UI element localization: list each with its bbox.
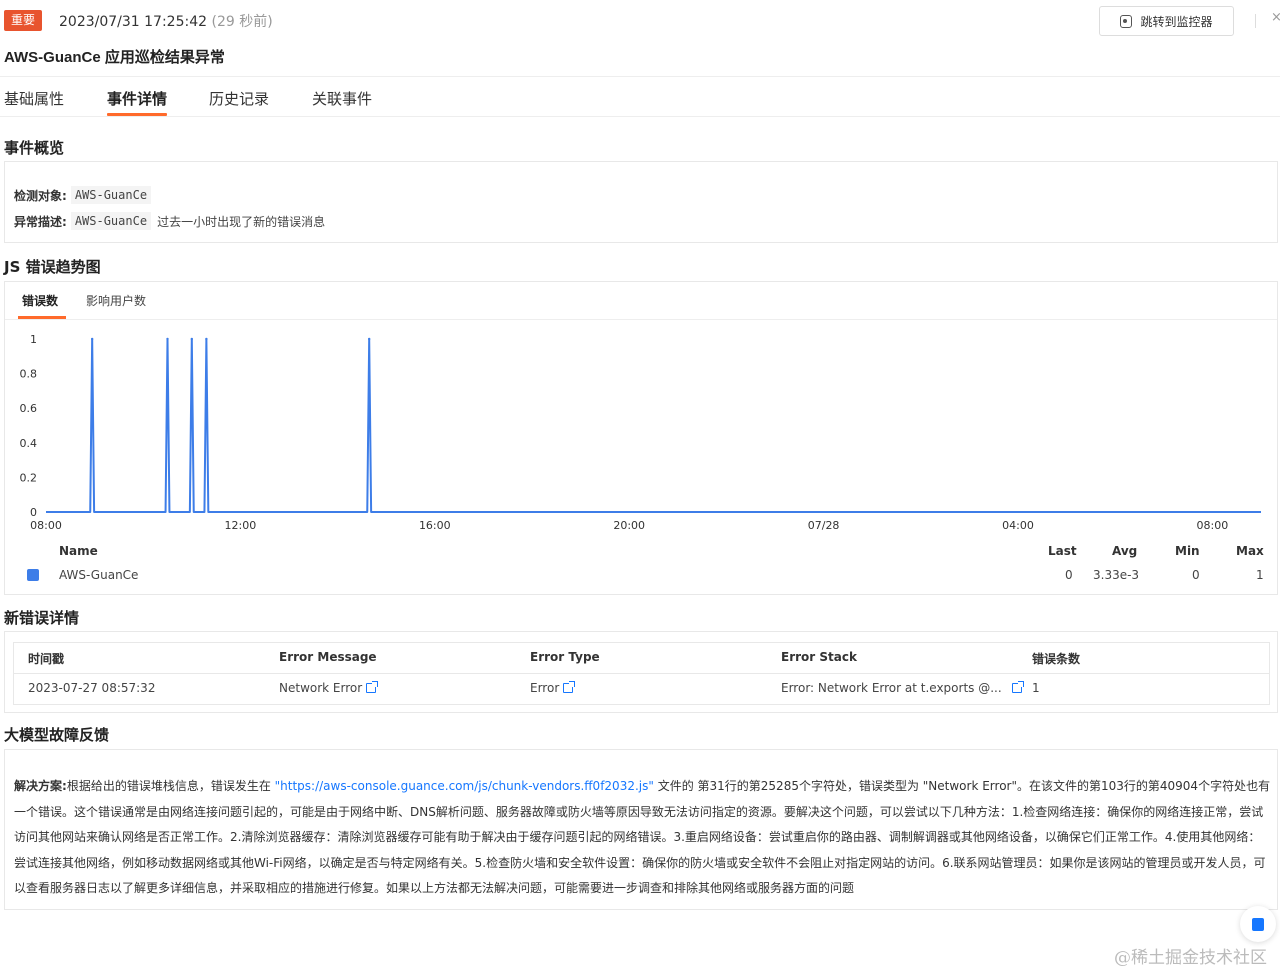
y-tick-label: 0.8 bbox=[20, 368, 38, 381]
floating-assistant-button[interactable] bbox=[1240, 906, 1276, 942]
header-divider bbox=[1255, 14, 1256, 28]
chart-tab-affected-users[interactable]: 影响用户数 bbox=[86, 292, 146, 309]
error-trend-chart: 0 0.2 0.4 0.6 0.8 1 08:00 12:00 16:00 20:00 07/28 0… bbox=[20, 333, 1261, 532]
spike-point bbox=[90, 337, 94, 341]
trend-heading: JS 错误趋势图 bbox=[4, 258, 101, 276]
legend-series-last: 0 bbox=[1065, 568, 1073, 582]
detect-target-value: AWS-GuanCe bbox=[70, 186, 152, 204]
detect-target-row: 检测对象: AWS-GuanCe bbox=[14, 186, 152, 204]
cell-timestamp: 2023-07-27 08:57:32 bbox=[28, 681, 156, 695]
source-file-link[interactable]: "https://aws-console.guance.com/js/chunk… bbox=[275, 779, 654, 793]
y-tick-label: 1 bbox=[30, 333, 37, 346]
trend-card: 错误数 影响用户数 0 0.2 0.4 0.6 0.8 1 08:00 12:00 16:00 2… bbox=[4, 281, 1278, 595]
page-title: AWS-GuanCe 应用巡检结果异常 bbox=[4, 49, 225, 66]
errors-card: 时间戳 Error Message Error Type Error Stack… bbox=[4, 631, 1278, 713]
tab-history[interactable]: 历史记录 bbox=[209, 88, 269, 109]
note-icon bbox=[1252, 917, 1264, 931]
legend-series-swatch[interactable] bbox=[27, 569, 39, 581]
detect-target-label: 检测对象: bbox=[14, 188, 67, 203]
legend-series-avg: 3.33e-3 bbox=[1093, 568, 1140, 582]
detail-tabs: 基础属性 事件详情 历史记录 关联事件 bbox=[0, 76, 1280, 117]
llm-card: 解决方案:根据给出的错误堆栈信息，错误发生在 "https://aws-cons… bbox=[4, 749, 1278, 910]
legend-series-max: 1 bbox=[1256, 568, 1264, 582]
col-header-error-count: 错误条数 bbox=[1032, 652, 1081, 666]
monitor-icon bbox=[1120, 14, 1133, 28]
llm-solution-text: 解决方案:根据给出的错误堆栈信息，错误发生在 "https://aws-cons… bbox=[14, 779, 1271, 896]
y-tick-label: 0.6 bbox=[20, 402, 38, 415]
watermark: @稀土掘金技术社区 bbox=[1114, 948, 1267, 968]
x-tick-label: 16:00 bbox=[419, 519, 451, 532]
legend-max-header: Max bbox=[1236, 544, 1264, 558]
errors-heading: 新错误详情 bbox=[4, 609, 80, 627]
legend-last-header: Last bbox=[1048, 544, 1077, 558]
anomaly-desc-row: 异常描述: AWS-GuanCe 过去一小时出现了新的错误消息 bbox=[14, 212, 325, 230]
y-tick-label: 0.2 bbox=[20, 471, 38, 484]
overview-card: 检测对象: AWS-GuanCe 异常描述: AWS-GuanCe 过去一小时出… bbox=[4, 161, 1278, 243]
chart-tab-error-count[interactable]: 错误数 bbox=[22, 292, 58, 309]
col-header-timestamp: 时间戳 bbox=[28, 652, 65, 666]
legend-name-header: Name bbox=[59, 544, 98, 558]
event-timestamp: 2023/07/31 17:25:42 (29 秒前) bbox=[59, 14, 273, 30]
severity-badge: 重要 bbox=[4, 10, 43, 31]
series-line bbox=[46, 338, 1261, 513]
x-tick-label: 04:00 bbox=[1002, 519, 1034, 532]
col-header-error-stack: Error Stack bbox=[781, 650, 857, 664]
overview-heading: 事件概览 bbox=[4, 139, 65, 157]
anomaly-desc-label: 异常描述: bbox=[14, 214, 67, 229]
legend-min-header: Min bbox=[1175, 544, 1200, 558]
spike-point bbox=[367, 337, 371, 341]
anomaly-desc-text: 过去一小时出现了新的错误消息 bbox=[157, 214, 326, 229]
x-tick-label: 07/28 bbox=[808, 519, 840, 532]
cell-error-count: 1 bbox=[1032, 681, 1040, 695]
x-tick-label: 08:00 bbox=[30, 519, 62, 532]
cell-error-stack[interactable]: Error: Network Error at t.exports @... bbox=[781, 681, 1024, 695]
x-tick-label: 08:00 bbox=[1197, 519, 1229, 532]
anomaly-desc-code: AWS-GuanCe bbox=[70, 212, 152, 230]
external-link-icon[interactable] bbox=[1011, 681, 1024, 693]
spike-point bbox=[166, 337, 169, 341]
tab-event-details[interactable]: 事件详情 bbox=[107, 88, 167, 109]
tab-related-events[interactable]: 关联事件 bbox=[312, 88, 372, 109]
close-icon[interactable]: × bbox=[1271, 10, 1280, 25]
legend-series-name[interactable]: AWS-GuanCe bbox=[59, 568, 138, 582]
legend-series-min: 0 bbox=[1192, 568, 1200, 582]
y-tick-label: 0 bbox=[30, 506, 37, 519]
errors-table-divider bbox=[14, 673, 1269, 674]
external-link-icon[interactable] bbox=[563, 681, 576, 693]
cell-error-type[interactable]: Error bbox=[530, 681, 576, 695]
spike-point bbox=[205, 337, 208, 341]
chart-tab-divider bbox=[5, 319, 1277, 320]
active-tab-indicator bbox=[107, 113, 167, 116]
llm-heading: 大模型故障反馈 bbox=[4, 726, 110, 744]
legend-avg-header: Avg bbox=[1112, 544, 1138, 558]
cell-error-message[interactable]: Network Error bbox=[279, 681, 379, 695]
event-header: 重要 2023/07/31 17:25:42 (29 秒前) 跳转到监控器 × bbox=[0, 0, 1280, 44]
jump-to-monitor-button[interactable]: 跳转到监控器 bbox=[1099, 6, 1234, 36]
col-header-error-message: Error Message bbox=[279, 650, 377, 664]
col-header-error-type: Error Type bbox=[530, 650, 600, 664]
x-tick-label: 20:00 bbox=[613, 519, 645, 532]
errors-table: 时间戳 Error Message Error Type Error Stack… bbox=[13, 642, 1270, 705]
tab-basic-attributes[interactable]: 基础属性 bbox=[4, 88, 64, 109]
external-link-icon[interactable] bbox=[366, 681, 379, 693]
x-tick-label: 12:00 bbox=[225, 519, 257, 532]
spike-point bbox=[190, 337, 193, 341]
y-tick-label: 0.4 bbox=[20, 437, 38, 450]
